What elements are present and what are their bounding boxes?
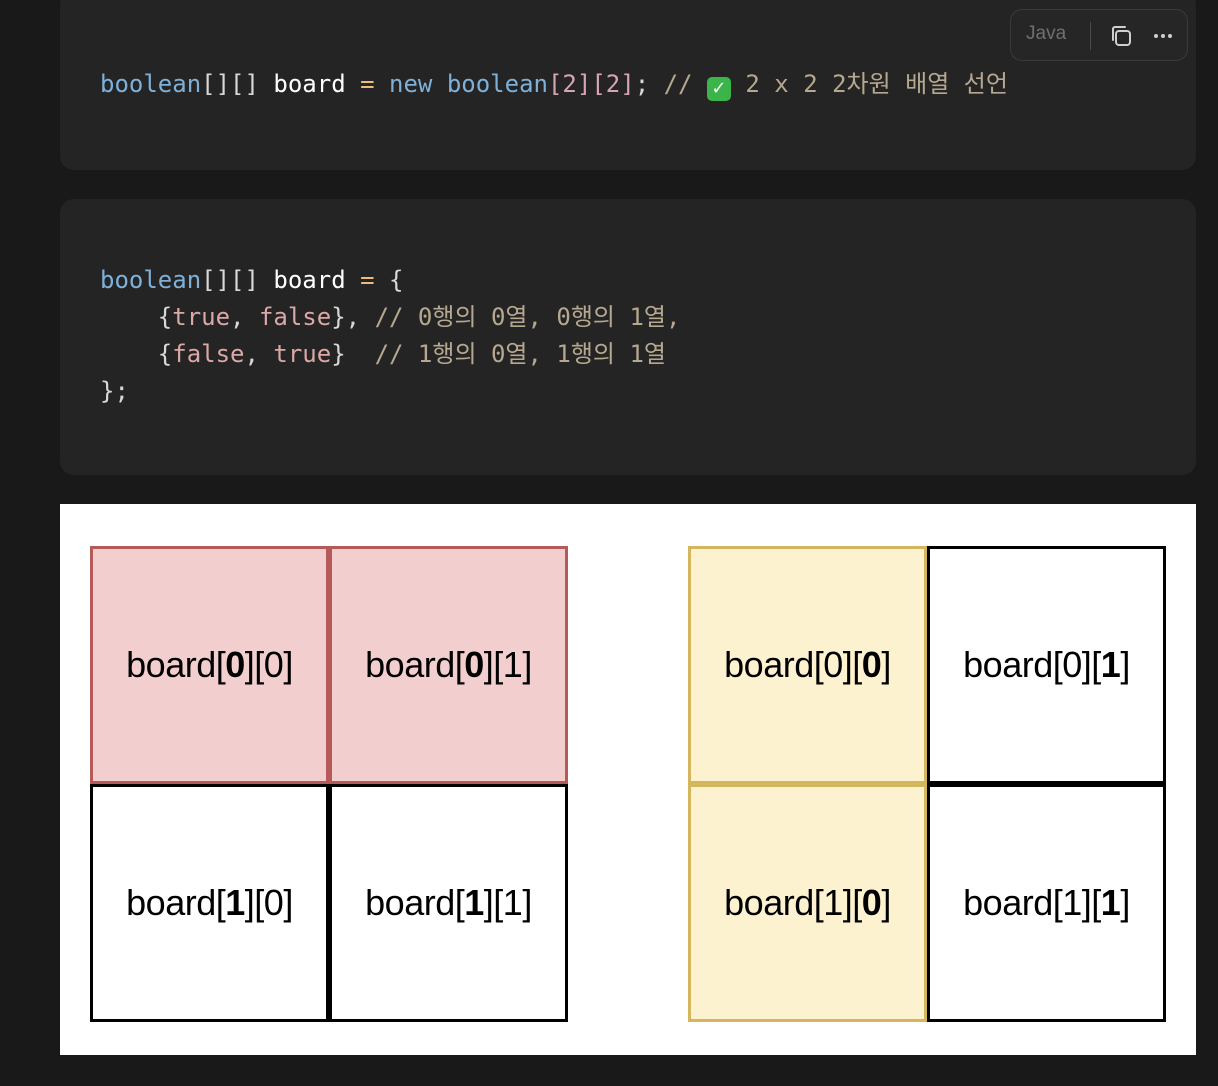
cell-col-index: 0: [861, 644, 882, 685]
code-variable: board: [273, 266, 346, 294]
code-comment: 2 x 2 2차원 배열 선언: [745, 70, 1008, 98]
cell-row-index: 0: [823, 644, 843, 685]
cell-label: board[1][1]: [963, 882, 1130, 924]
grid-cell: board[1][1]: [927, 784, 1166, 1022]
cell-label-prefix: board[: [963, 882, 1063, 923]
code-initializer[interactable]: boolean[][] board = { {true, false}, // …: [100, 262, 680, 410]
code-comma: ,: [230, 303, 245, 331]
cell-label-separator: ][: [1081, 882, 1102, 923]
code-operator: =: [360, 266, 375, 294]
toolbar-divider: [1090, 22, 1091, 50]
cell-label-prefix: board[: [365, 644, 465, 685]
cell-label-suffix: ]: [283, 644, 293, 685]
grid-cell: board[0][0]: [688, 546, 927, 784]
cell-label-suffix: ]: [1120, 882, 1130, 923]
code-comment: // 0행의 0열, 0행의 1열,: [374, 303, 681, 331]
code-keyword-new: new: [389, 70, 433, 98]
cell-label: board[1][0]: [126, 882, 293, 924]
cell-label-prefix: board[: [963, 644, 1063, 685]
cell-col-index: 1: [502, 644, 523, 685]
code-brackets: [][]: [201, 266, 259, 294]
code-variable: board: [273, 70, 346, 98]
code-operator: =: [360, 70, 375, 98]
code-closing: };: [100, 377, 129, 405]
cell-label-suffix: ]: [881, 644, 891, 685]
grid-cell: board[0][0]: [90, 546, 329, 784]
cell-label-prefix: board[: [126, 644, 226, 685]
cell-label-separator: ][: [244, 882, 265, 923]
cell-row-index: 0: [225, 644, 245, 685]
code-comment-prefix: //: [663, 70, 693, 98]
cell-row-index: 1: [1062, 882, 1082, 923]
copy-icon[interactable]: [1107, 22, 1135, 50]
cell-label: board[0][0]: [126, 644, 293, 686]
cell-label: board[0][1]: [963, 644, 1130, 686]
cell-label-suffix: ]: [522, 882, 532, 923]
code-brace: {: [157, 303, 173, 331]
code-brackets: [][]: [201, 70, 259, 98]
cell-col-index: 1: [1100, 644, 1121, 685]
cell-label-prefix: board[: [365, 882, 465, 923]
cell-row-index: 0: [1062, 644, 1082, 685]
code-semicolon: ;: [634, 70, 650, 98]
code-bool: true: [273, 340, 332, 368]
cell-label-prefix: board[: [126, 882, 226, 923]
row-highlight-grid: board[0][0] board[0][1] board[1][0] boar…: [90, 546, 568, 1024]
cell-col-index: 1: [1100, 882, 1121, 923]
grid-cell: board[0][1]: [329, 546, 568, 784]
cell-label-separator: ][: [1081, 644, 1102, 685]
code-brace: }: [331, 340, 346, 368]
cell-label-suffix: ]: [283, 882, 293, 923]
cell-row-index: 1: [464, 882, 484, 923]
grid-cell: board[1][1]: [329, 784, 568, 1022]
code-dimensions: [2][2]: [547, 70, 635, 98]
cell-label: board[1][0]: [724, 882, 891, 924]
cell-col-index: 0: [263, 644, 284, 685]
code-type: boolean: [100, 266, 202, 294]
code-bool: false: [258, 303, 332, 331]
cell-col-index: 0: [263, 882, 284, 923]
cell-label: board[0][0]: [724, 644, 891, 686]
language-label[interactable]: Java: [1026, 23, 1066, 45]
cell-label-separator: ][: [842, 882, 863, 923]
code-bool: false: [172, 340, 245, 368]
cell-label-suffix: ]: [881, 882, 891, 923]
code-line-declaration[interactable]: boolean[][] board = new boolean[2][2]; /…: [100, 66, 1008, 103]
grid-cell: board[1][0]: [688, 784, 927, 1022]
code-comma: ,: [244, 340, 259, 368]
cell-label-suffix: ]: [1120, 644, 1130, 685]
code-comment: // 1행의 0열, 1행의 1열: [374, 340, 666, 368]
code-brace: {: [389, 266, 404, 294]
code-toolbar: Java: [1010, 9, 1188, 61]
cell-label: board[1][1]: [365, 882, 532, 924]
grid-cell: board[0][1]: [927, 546, 1166, 784]
cell-label: board[0][1]: [365, 644, 532, 686]
cell-col-index: 0: [861, 882, 882, 923]
array-diagram: board[0][0] board[0][1] board[1][0] boar…: [60, 504, 1196, 1055]
code-type: boolean: [100, 70, 202, 98]
cell-label-separator: ][: [842, 644, 863, 685]
cell-label-separator: ][: [483, 882, 504, 923]
column-highlight-grid: board[0][0] board[0][1] board[1][0] boar…: [688, 546, 1166, 1024]
cell-label-separator: ][: [244, 644, 265, 685]
cell-row-index: 0: [464, 644, 484, 685]
cell-row-index: 1: [225, 882, 245, 923]
code-bool: true: [172, 303, 231, 331]
cell-col-index: 1: [502, 882, 523, 923]
cell-label-prefix: board[: [724, 644, 824, 685]
cell-row-index: 1: [823, 882, 843, 923]
grid-cell: board[1][0]: [90, 784, 329, 1022]
check-mark-icon: ✓: [706, 77, 731, 101]
code-type: boolean: [446, 70, 548, 98]
code-brace: },: [331, 303, 361, 331]
cell-label-prefix: board[: [724, 882, 824, 923]
cell-label-separator: ][: [483, 644, 504, 685]
more-options-icon[interactable]: [1149, 22, 1177, 50]
code-block-initialization: boolean[][] board = { {true, false}, // …: [60, 199, 1196, 475]
cell-label-suffix: ]: [522, 644, 532, 685]
code-brace: {: [157, 340, 173, 368]
